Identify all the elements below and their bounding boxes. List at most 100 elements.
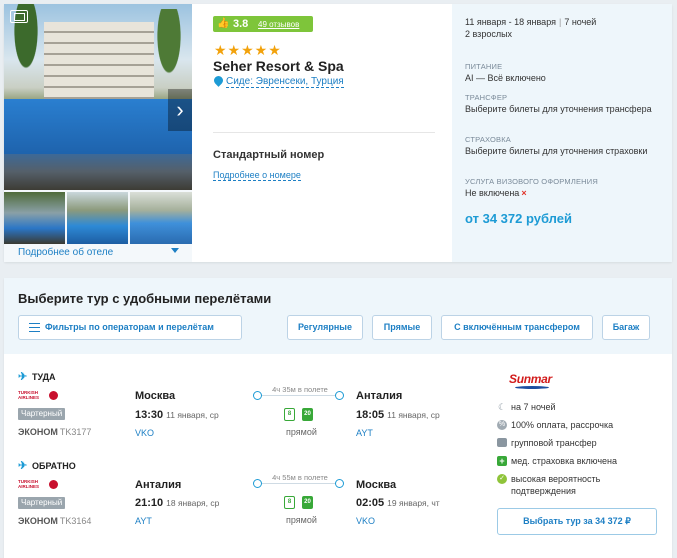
visa-value: Не включена × [465, 187, 660, 199]
tour-selection-card: Выберите тур с удобными перелётами Фильт… [4, 278, 672, 558]
departure-time-value: 13:30 [135, 409, 164, 421]
route-line [258, 395, 338, 396]
visa-status: Не включена [465, 188, 520, 198]
flight-duration: 4ч 35м в полете [262, 385, 338, 394]
hotel-info: 👍 3.8 49 отзывов ★★★★★ Seher Resort & Sp… [212, 4, 443, 262]
checked-luggage-icon: 20 [302, 496, 313, 509]
thumb-up-icon: 👍 [217, 18, 230, 29]
direct-label: прямой [286, 427, 317, 437]
meal-label: ПИТАНИЕ [465, 62, 503, 71]
hotel-thumbnail[interactable] [130, 192, 192, 244]
fare-class: ЭКОНОМ TK3177 [18, 427, 91, 437]
check-icon: ✓ [497, 474, 507, 484]
arrival-time: 02:05 19 января, чт [356, 497, 440, 509]
feature-confirmation: ✓ высокая вероятность подтверждения [497, 473, 657, 497]
location-link[interactable]: Сиде: Эвренсеки, Турция [226, 76, 344, 88]
feature-payment: % 100% оплата, рассрочка [497, 419, 613, 431]
departure-city: Москва [135, 390, 176, 402]
arrival-airport[interactable]: VKO [356, 516, 375, 526]
checked-luggage-icon: 20 [302, 408, 313, 421]
airline-logo-icon [49, 480, 58, 489]
tour-offer: Sunmar ☾ на 7 ночей % 100% оплата, рассроч… [483, 364, 663, 544]
plane-icon: ✈ [18, 371, 28, 383]
departure-time-value: 21:10 [135, 497, 164, 509]
hand-luggage-icon: 8 [284, 408, 295, 421]
insurance-label: СТРАХОВКА [465, 135, 512, 144]
feature-insurance: + мед. страховка включена [497, 455, 617, 467]
airline-logo-icon [49, 391, 58, 400]
filter-transfer-button[interactable]: С включённым трансфером [441, 315, 593, 340]
arrival-date: 19 января, чт [387, 498, 440, 508]
fare-class-name: ЭКОНОМ [18, 427, 58, 437]
location-pin-icon [212, 74, 225, 87]
airline-logo: TURKISH AIRLINES [18, 478, 58, 492]
room-more-link[interactable]: Подробнее о номере [213, 170, 301, 181]
filter-regular-button[interactable]: Регулярные [287, 315, 363, 340]
route-start-dot [253, 391, 262, 400]
select-tour-button[interactable]: Выбрать тур за 34 372 ₽ [497, 508, 657, 535]
date-range: 11 января - 18 января [465, 17, 556, 27]
operator-logo: Sunmar [509, 372, 552, 386]
airline-logo: TURKISH AIRLINES [18, 389, 58, 403]
fare-class-name: ЭКОНОМ [18, 516, 58, 526]
hand-luggage-icon: 8 [284, 496, 295, 509]
outbound-label: ✈ ТУДА [18, 370, 56, 383]
flight-number: TK3177 [59, 427, 92, 437]
tour-details: 11 января - 18 января | 7 ночей 2 взрослых… [452, 4, 672, 262]
fare-class: ЭКОНОМ TK3164 [18, 516, 91, 526]
filter-luggage-button[interactable]: Багаж [602, 315, 650, 340]
arrival-time-value: 02:05 [356, 497, 385, 509]
feature-payment-text: 100% оплата, рассрочка [511, 420, 614, 430]
nights-count: 7 ночей [564, 17, 597, 27]
arrival-time: 18:05 11 января, ср [356, 409, 440, 421]
departure-date: 11 января, ср [166, 410, 219, 420]
more-about-hotel-link[interactable]: Подробнее об отеле [18, 247, 113, 258]
percent-icon: % [497, 420, 507, 430]
tour-title: Выберите тур с удобными перелётами [18, 291, 272, 306]
departure-airport[interactable]: AYT [135, 516, 152, 526]
hotel-stars: ★★★★★ [214, 42, 282, 58]
departure-date: 18 января, ср [166, 498, 220, 508]
charter-badge: Чартерный [18, 408, 66, 420]
arrival-city: Анталия [356, 390, 403, 402]
tour-dates: 11 января - 18 января | 7 ночей [465, 17, 597, 27]
flight-number: TK3164 [59, 516, 92, 526]
insurance-value: Выберите билеты для уточнения страховки [465, 146, 648, 156]
route-end-dot [335, 391, 344, 400]
hotel-thumbnail[interactable] [4, 192, 65, 244]
feature-nights-text: на 7 ночей [511, 402, 556, 412]
filter-operators-label: Фильтры по операторам и перелётам [45, 322, 214, 332]
departure-airport[interactable]: VKO [135, 428, 154, 438]
close-icon: × [521, 188, 527, 198]
visa-label: УСЛУГА ВИЗОВОГО ОФОРМЛЕНИЯ [465, 177, 598, 186]
transfer-value: Выберите билеты для уточнения трансфера [465, 104, 652, 114]
departure-time: 13:30 11 января, ср [135, 409, 219, 421]
divider [213, 132, 435, 133]
rating-score: 3.8 [233, 18, 249, 30]
charter-badge: Чартерный [18, 497, 66, 509]
route-start-dot [253, 479, 262, 488]
hotel-main-photo[interactable]: › [4, 4, 192, 190]
feature-insurance-text: мед. страховка включена [511, 456, 618, 466]
departure-city: Анталия [135, 479, 182, 491]
sliders-icon [29, 323, 40, 332]
gallery-icon[interactable] [10, 10, 28, 23]
arrival-city: Москва [356, 479, 397, 491]
reviews-link[interactable]: 49 отзывов [258, 20, 299, 29]
hotel-gallery: › Подробнее об отеле [4, 4, 192, 262]
bus-icon [497, 438, 507, 447]
filter-operators-button[interactable]: Фильтры по операторам и перелётам [18, 315, 242, 340]
tour-header: Выберите тур с удобными перелётами Фильт… [4, 278, 672, 354]
chevron-down-icon[interactable] [171, 248, 179, 253]
return-label-text: ОБРАТНО [32, 461, 76, 471]
meal-value: AI — Всё включено [465, 73, 546, 83]
filter-direct-button[interactable]: Прямые [372, 315, 432, 340]
feature-confirmation-text: высокая вероятность подтверждения [511, 474, 601, 496]
route-end-dot [335, 479, 344, 488]
chevron-right-icon[interactable]: › [168, 89, 192, 131]
arrival-time-value: 18:05 [356, 409, 385, 421]
hotel-thumbnail[interactable] [67, 192, 128, 244]
moon-icon: ☾ [497, 402, 507, 412]
arrival-airport[interactable]: AYT [356, 428, 373, 438]
route-line [258, 483, 338, 484]
